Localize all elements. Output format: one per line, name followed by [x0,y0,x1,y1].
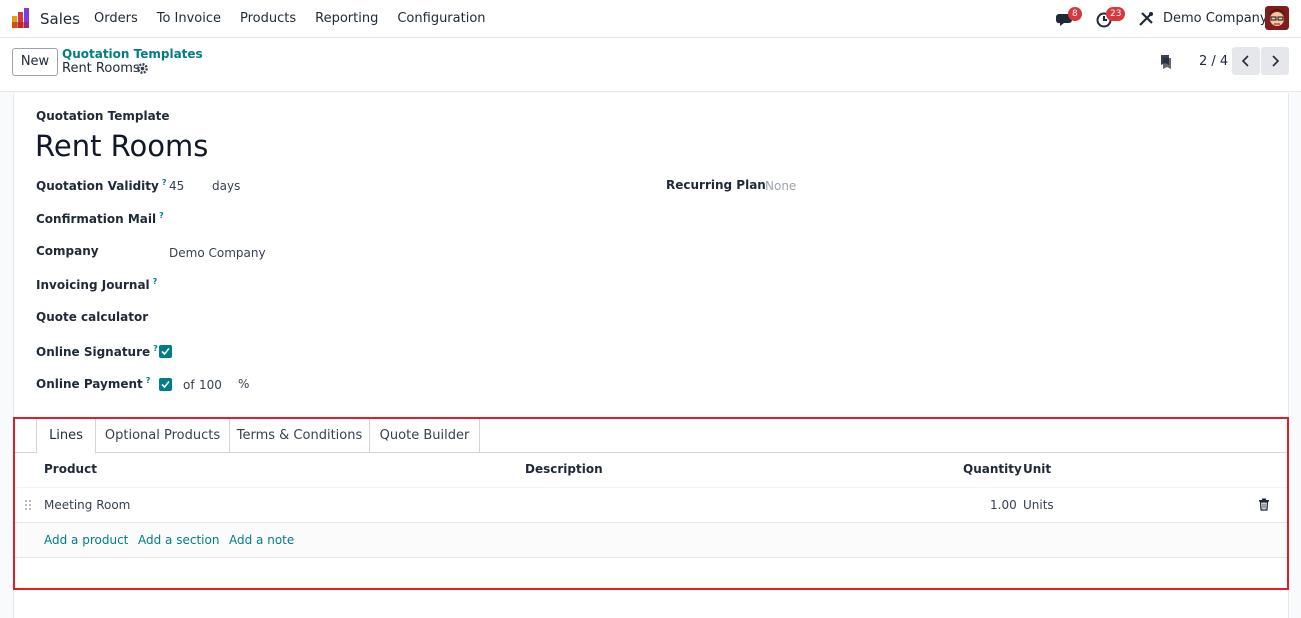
pager-previous-button[interactable] [1232,47,1260,75]
percent-sign: % [238,377,250,391]
tab-quote-builder[interactable]: Quote Builder [370,419,480,453]
gear-icon[interactable] [136,62,149,75]
help-icon[interactable]: ? [159,211,164,220]
online-payment-checkbox[interactable] [159,378,172,391]
template-label: Quotation Template [36,109,170,123]
payment-of-text: of [183,378,195,392]
add-line-controls: Add a product Add a section Add a note [15,523,1287,558]
drag-handle-icon[interactable] [24,499,32,511]
check-icon [161,380,170,389]
chevron-left-icon [1241,55,1249,67]
line-product[interactable]: Meeting Room [44,498,130,512]
invoicing-journal-label: Invoicing Journal? [36,277,158,292]
activities-badge: 23 [1106,7,1126,21]
recurring-plan-field[interactable]: None [765,179,796,193]
breadcrumb-parent[interactable]: Quotation Templates [62,47,203,61]
user-avatar[interactable] [1265,6,1289,30]
notebook-tabs: Lines Optional Products Terms & Conditio… [15,419,1287,454]
column-quantity[interactable]: Quantity [963,462,1022,476]
validity-unit: days [212,179,241,193]
company-switcher[interactable]: Demo Company [1163,11,1268,26]
help-icon[interactable]: ? [162,178,167,187]
trash-icon[interactable] [1258,498,1270,511]
control-panel: New Quotation Templates Rent Rooms 2 / 4 [0,38,1301,92]
pager-value[interactable]: 2 / 4 [1199,54,1228,69]
line-unit[interactable]: Units [1023,498,1054,512]
validity-label: Quotation Validity? [36,178,167,193]
recurring-plan-label: Recurring Plan [666,178,766,192]
main-menu: Orders To Invoice Products Reporting Con… [94,11,505,26]
company-field[interactable]: Demo Company [169,246,266,260]
online-payment-label: Online Payment? [36,376,151,391]
messages-badge: 8 [1068,7,1082,21]
new-button[interactable]: New [12,48,58,76]
chevron-right-icon [1272,55,1280,67]
add-note-link[interactable]: Add a note [229,533,294,547]
online-signature-checkbox[interactable] [159,345,172,358]
tab-optional-products[interactable]: Optional Products [96,419,230,453]
quote-calculator-label: Quote calculator [36,310,149,324]
add-section-link[interactable]: Add a section [138,533,219,547]
column-product[interactable]: Product [44,462,97,476]
menu-to-invoice[interactable]: To Invoice [157,11,221,26]
help-icon[interactable]: ? [153,277,158,286]
menu-reporting[interactable]: Reporting [315,11,378,26]
sales-app-icon[interactable] [12,8,32,28]
breadcrumb-current: Rent Rooms [62,61,140,76]
prepayment-percent-input[interactable]: 100 [199,378,222,392]
tab-lines[interactable]: Lines [36,419,96,454]
check-icon [161,347,170,356]
pin-icon[interactable] [1159,54,1173,70]
pager-next-button[interactable] [1261,47,1289,75]
company-label: Company [36,244,99,258]
tools-icon[interactable] [1137,10,1155,28]
add-product-link[interactable]: Add a product [44,533,128,547]
help-icon[interactable]: ? [146,376,151,385]
tab-terms-conditions[interactable]: Terms & Conditions [230,419,370,453]
menu-orders[interactable]: Orders [94,11,138,26]
template-name-field[interactable]: Rent Rooms [35,129,208,163]
menu-configuration[interactable]: Configuration [397,11,485,26]
online-signature-label: Online Signature? [36,344,158,359]
column-unit[interactable]: Unit [1023,462,1051,476]
column-description[interactable]: Description [525,462,603,476]
notebook-highlight: Lines Optional Products Terms & Conditio… [13,417,1289,590]
line-quantity[interactable]: 1.00 [990,498,1017,512]
validity-input[interactable]: 45 [169,179,184,193]
menu-products[interactable]: Products [240,11,296,26]
table-row[interactable]: Meeting Room 1.00 Units [15,487,1287,523]
confirmation-mail-label: Confirmation Mail? [36,211,164,226]
top-navbar: Sales Orders To Invoice Products Reporti… [0,0,1301,38]
app-name[interactable]: Sales [40,10,80,28]
help-icon[interactable]: ? [153,344,158,353]
